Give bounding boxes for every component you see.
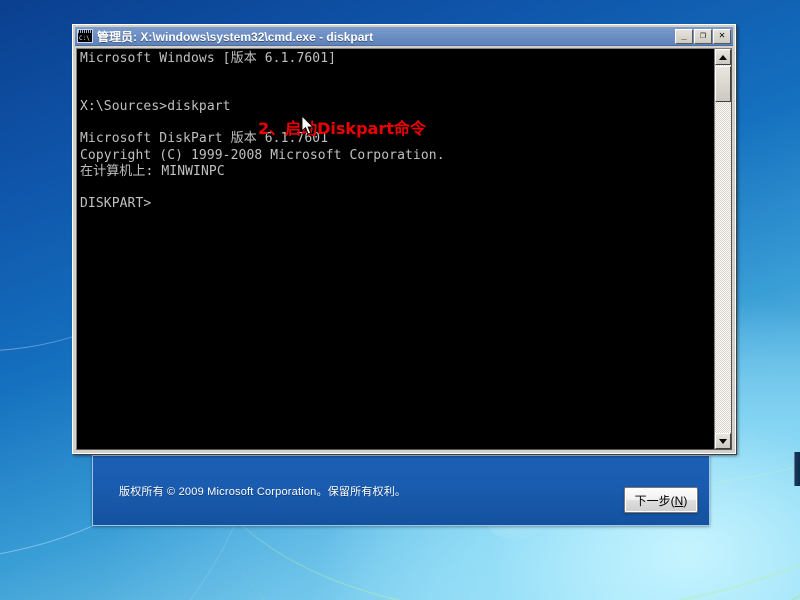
cmd-console-window[interactable]: 管理员: X:\windows\system32\cmd.exe - diskp… xyxy=(72,24,736,454)
minimize-button[interactable]: _ xyxy=(675,28,693,44)
cmd-window-titlebar[interactable]: 管理员: X:\windows\system32\cmd.exe - diskp… xyxy=(75,27,733,46)
cmd-window-title: 管理员: X:\windows\system32\cmd.exe - diskp… xyxy=(97,29,374,44)
scroll-down-arrow-icon[interactable] xyxy=(715,433,731,449)
close-icon: ✕ xyxy=(718,30,726,41)
console-output-area[interactable]: Microsoft Windows [版本 6.1.7601] X:\Sourc… xyxy=(76,48,732,450)
cmd-console-icon xyxy=(77,29,93,43)
maximize-button[interactable]: ❐ xyxy=(694,28,712,44)
setup-dialog-panel: 版权所有 © 2009 Microsoft Corporation。保留所有权利… xyxy=(92,455,710,526)
minimize-icon: _ xyxy=(681,30,687,41)
scroll-up-arrow-icon[interactable] xyxy=(715,49,731,65)
close-button[interactable]: ✕ xyxy=(713,28,731,44)
red-annotation-label: 2、启动Diskpart命令 xyxy=(258,119,426,138)
scrollbar-thumb[interactable] xyxy=(715,66,731,102)
setup-copyright-text: 版权所有 © 2009 Microsoft Corporation。保留所有权利… xyxy=(119,486,407,498)
offscreen-panel-edge xyxy=(794,452,800,486)
next-step-button[interactable]: 下一步(N) xyxy=(624,487,698,513)
console-vertical-scrollbar[interactable] xyxy=(714,49,731,449)
next-step-button-label: 下一步(N) xyxy=(634,493,688,508)
maximize-icon: ❐ xyxy=(699,30,707,41)
